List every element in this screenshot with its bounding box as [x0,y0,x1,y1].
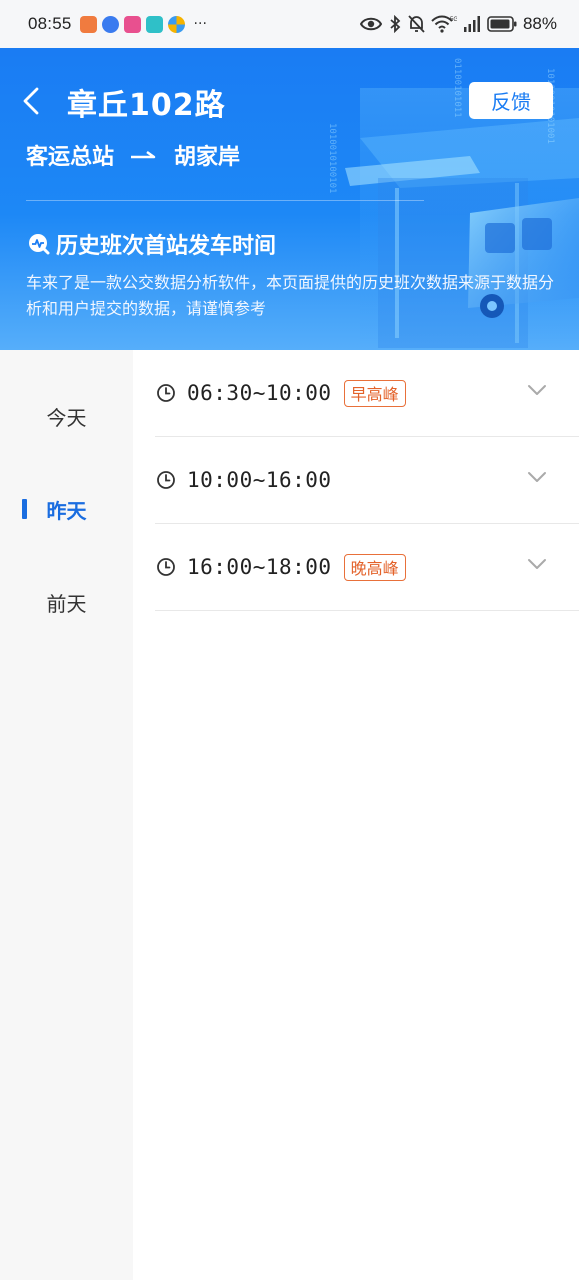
day-tab-yesterday[interactable]: 昨天 [0,479,133,539]
origin-stop: 客运总站 [26,145,115,170]
more-notifications-icon: ··· [193,16,207,32]
day-tab-day-before-yesterday[interactable]: 前天 [0,572,133,632]
time-slot-row[interactable]: 06:30~10:00 早高峰 [155,350,579,437]
history-title: 历史班次首站发车时间 [56,234,277,259]
destination-stop: 胡家岸 [174,145,241,170]
time-slot-row[interactable]: 16:00~18:00 晚高峰 [155,524,579,611]
feedback-button[interactable]: 反馈 [469,82,553,119]
svg-text:01100101011: 01100101011 [452,58,462,118]
back-button[interactable] [22,84,48,118]
status-bar: 08:55 ··· 5G 88% [0,0,579,48]
svg-text:1010010100101: 1010010100101 [327,123,337,193]
taobao-app-icon [79,15,97,33]
day-tab-label: 昨天 [46,498,87,523]
time-slot-list: 06:30~10:00 早高峰 10:00~16:00 16:00~18:00 … [133,350,579,611]
day-selector: 今天 昨天 前天 [0,350,133,1280]
clock-icon [157,558,175,576]
chevron-down-icon [528,385,546,395]
history-description: 车来了是一款公交数据分析软件，本页面提供的历史班次数据来源于数据分析和用户提交的… [26,273,555,318]
video-app-icon [123,15,141,33]
pinwheel-app-icon [167,15,185,33]
clock-icon [157,384,175,402]
back-arrow-icon [23,87,39,115]
clock-icon [157,471,175,489]
route-title: 章丘102路 [67,88,226,123]
network-type-label: 5G [450,17,457,23]
battery-percent: 88% [522,14,557,33]
browser-app-icon [101,15,119,33]
bluetooth-icon [390,15,401,33]
status-time: 08:55 [28,14,72,33]
signal-icon [463,16,480,32]
notification-icons: ··· [79,15,207,33]
chevron-down-icon [528,559,546,569]
active-indicator [22,499,27,519]
chevron-down-icon [528,472,546,482]
time-range: 10:00~16:00 [187,468,332,492]
peak-badge: 早高峰 [343,379,406,407]
day-tab-label: 前天 [46,591,87,616]
eye-icon [359,17,382,31]
day-tab-label: 今天 [46,405,87,430]
time-range: 16:00~18:00 [187,555,332,579]
reader-app-icon [145,15,163,33]
time-slot-row[interactable]: 10:00~16:00 [155,437,579,524]
direction-arrow-icon [130,150,156,160]
time-range: 06:30~10:00 [187,381,332,405]
mute-icon [408,15,425,33]
day-tab-today[interactable]: 今天 [0,386,133,446]
pulse-search-icon [29,234,50,255]
route-stops: 客运总站 胡家岸 [26,139,240,171]
route-header: 1010010100101 01100101011 10110010101001… [0,48,579,350]
peak-badge: 晚高峰 [343,553,406,581]
battery-icon [487,16,517,32]
wifi-icon: 5G [431,15,457,33]
history-title-row: 历史班次首站发车时间 [28,228,276,260]
header-divider [26,200,424,201]
